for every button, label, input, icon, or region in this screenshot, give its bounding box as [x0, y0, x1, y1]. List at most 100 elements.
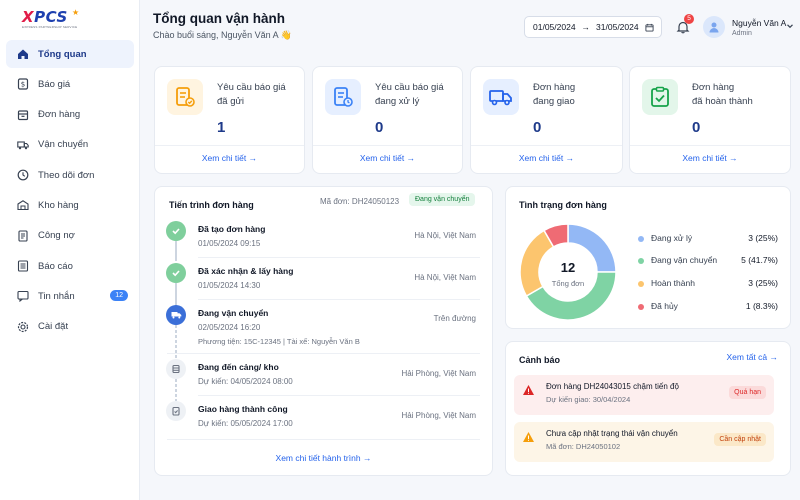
- timeline-connector: [175, 241, 177, 261]
- see-all-link[interactable]: Xem tất cả →: [727, 352, 779, 362]
- warehouse-icon: [166, 359, 186, 379]
- stat-value: 0: [375, 119, 384, 136]
- stat-label: Yêu cầu báo giá đã gửi: [217, 82, 286, 107]
- sidebar-item-quotes[interactable]: $ Báo giá: [6, 70, 134, 98]
- avatar[interactable]: [703, 16, 725, 38]
- clock-icon: [16, 168, 30, 182]
- divider: [630, 145, 790, 146]
- sidebar-item-debt[interactable]: Công nợ: [6, 222, 134, 250]
- calendar-icon: [645, 23, 654, 32]
- view-details-link[interactable]: Xem chi tiết →: [155, 153, 304, 163]
- status-badge: Đang vận chuyển: [409, 193, 476, 206]
- sidebar-item-reports[interactable]: Báo cáo: [6, 252, 134, 280]
- sidebar-item-overview[interactable]: Tổng quan: [6, 40, 134, 68]
- alert-item-needs-update[interactable]: Chưa cập nhật trạng thái vận chuyển Mã đ…: [514, 422, 774, 462]
- legend-dot: [638, 258, 644, 264]
- report-icon: [16, 259, 30, 273]
- view-journey-link[interactable]: Xem chi tiết hành trình →: [155, 453, 492, 463]
- legend-dot: [638, 304, 644, 310]
- date-from: 01/05/2024: [533, 22, 576, 32]
- sidebar-item-shipping[interactable]: Vận chuyển: [6, 131, 134, 159]
- logo-star-icon: ★: [72, 8, 80, 17]
- logo[interactable]: XPCS ★ EXPRESS PARTNERSHIP SERVICE: [22, 8, 82, 30]
- order-code: Mã đơn: DH24050123: [320, 197, 400, 206]
- order-progress-panel: Tiến trình đơn hàng Mã đơn: DH24050123 Đ…: [154, 186, 493, 476]
- clipboard-icon: [166, 401, 186, 421]
- alerts-panel: Cảnh báo Xem tất cả → Đơn hàng DH2404301…: [505, 341, 791, 476]
- stat-value: 1: [217, 119, 226, 136]
- divider: [198, 395, 480, 396]
- stat-value: 0: [692, 119, 701, 136]
- donut-total-label: Tổng đơn: [551, 279, 585, 288]
- messages-count-badge: 12: [110, 290, 128, 302]
- timeline-connector: [175, 283, 177, 307]
- view-details-link[interactable]: Xem chi tiết →: [471, 153, 622, 163]
- date-arrow: →: [581, 22, 591, 32]
- timeline-connector: [175, 325, 177, 363]
- divider: [198, 299, 480, 300]
- section-title: Tình trạng đơn hàng: [519, 200, 607, 210]
- view-details-link[interactable]: Xem chi tiết →: [313, 153, 462, 163]
- divider: [155, 145, 304, 146]
- warehouse-icon: [16, 198, 30, 212]
- quote-processing-icon: [325, 79, 361, 115]
- user-role: Admin: [732, 30, 752, 37]
- dollar-icon: $: [16, 77, 30, 91]
- delivery-truck-icon: [483, 79, 519, 115]
- greeting: Chào buổi sáng, Nguyễn Văn A 👋: [153, 30, 292, 40]
- chevron-down-icon[interactable]: [786, 22, 794, 32]
- divider: [167, 439, 480, 440]
- divider: [198, 257, 480, 258]
- donut-total-value: 12: [560, 260, 576, 275]
- timeline-connector: [175, 379, 177, 401]
- home-icon: [16, 47, 30, 61]
- stat-card-quotes-processing: Yêu cầu báo giá đang xử lý 0 Xem chi tiết…: [312, 66, 463, 174]
- truck-icon: [166, 305, 186, 325]
- legend-item-shipping: Đang vận chuyển 5 (41.7%): [638, 255, 778, 267]
- stat-card-quotes-sent: Yêu cầu báo giá đã gửi 1 Xem chi tiết →: [154, 66, 305, 174]
- view-details-link[interactable]: Xem chi tiết →: [630, 153, 790, 163]
- sidebar-item-settings[interactable]: Cài đặt: [6, 313, 134, 341]
- sidebar-nav: Tổng quan $ Báo giá Đơn hàng Vận chuyển …: [6, 40, 134, 343]
- warning-icon: [522, 431, 535, 445]
- section-title: Cảnh báo: [519, 355, 561, 365]
- quote-sent-icon: [167, 79, 203, 115]
- legend-item-cancelled: Đã hủy 1 (8.3%): [638, 301, 778, 313]
- user-name[interactable]: Nguyễn Văn A: [732, 18, 786, 28]
- stat-label: Đơn hàng đã hoàn thành: [692, 82, 753, 107]
- status-badge: Quá hạn: [729, 386, 766, 399]
- legend-item-processing: Đang xử lý 3 (25%): [638, 233, 778, 245]
- svg-text:$: $: [21, 81, 25, 89]
- stat-value: 0: [533, 119, 542, 136]
- date-to: 31/05/2024: [596, 22, 639, 32]
- legend-dot: [638, 281, 644, 287]
- divider: [167, 353, 480, 354]
- completed-clipboard-icon: [642, 79, 678, 115]
- sidebar-item-messages[interactable]: Tin nhắn 12: [6, 282, 134, 310]
- check-icon: [166, 221, 186, 241]
- notification-count-badge: 5: [684, 14, 694, 24]
- check-icon: [166, 263, 186, 283]
- box-icon: [16, 108, 30, 122]
- sidebar-item-orders[interactable]: Đơn hàng: [6, 101, 134, 129]
- gear-icon: [16, 320, 30, 334]
- stat-card-orders-completed: Đơn hàng đã hoàn thành 0 Xem chi tiết →: [629, 66, 791, 174]
- status-badge: Cần cập nhật: [714, 433, 766, 446]
- divider: [471, 145, 622, 146]
- sidebar-item-tracking[interactable]: Theo dõi đơn: [6, 161, 134, 189]
- page-title: Tổng quan vận hành: [153, 11, 285, 26]
- stat-label: Đơn hàng đang giao: [533, 82, 576, 107]
- stat-card-orders-delivering: Đơn hàng đang giao 0 Xem chi tiết →: [470, 66, 623, 174]
- legend-dot: [638, 236, 644, 242]
- section-title: Tiến trình đơn hàng: [169, 200, 254, 210]
- legend-item-completed: Hoàn thành 3 (25%): [638, 278, 778, 290]
- ledger-icon: [16, 229, 30, 243]
- message-icon: [16, 289, 30, 303]
- warning-icon: [522, 384, 535, 398]
- divider: [313, 145, 462, 146]
- alert-item-overdue[interactable]: Đơn hàng DH24043015 chậm tiến độ Dự kiến…: [514, 375, 774, 415]
- sidebar-item-warehouse[interactable]: Kho hàng: [6, 191, 134, 219]
- truck-icon: [16, 138, 30, 152]
- order-status-panel: Tình trạng đơn hàng 12 Tổng đơn Đang xử …: [505, 186, 791, 329]
- date-range-picker[interactable]: 01/05/2024 → 31/05/2024: [524, 16, 662, 38]
